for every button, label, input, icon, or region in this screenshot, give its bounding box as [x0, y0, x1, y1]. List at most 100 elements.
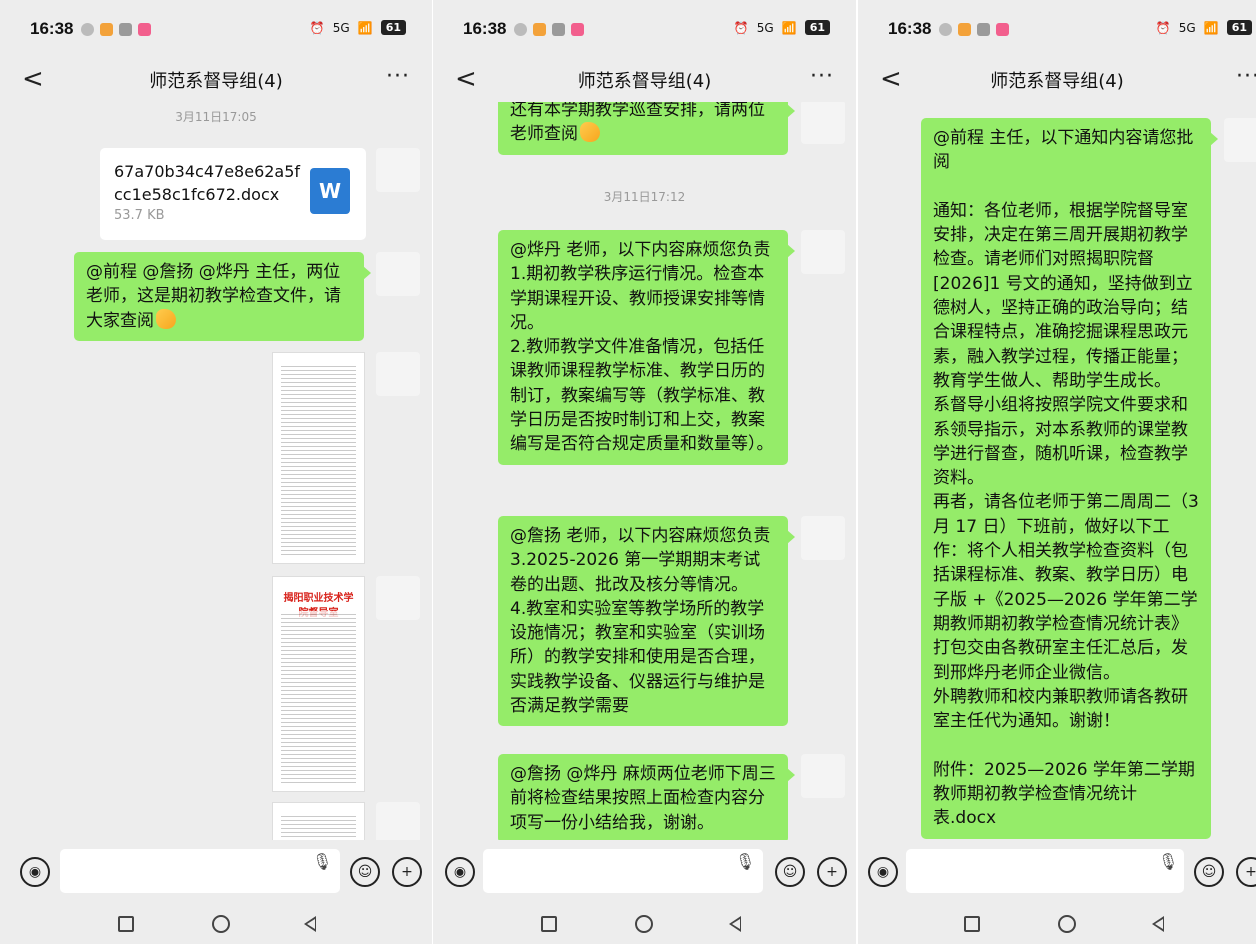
document-text-lines	[281, 363, 356, 555]
mic-icon[interactable]: 🎙	[1158, 852, 1178, 871]
word-file-icon: W	[310, 168, 350, 214]
message-input[interactable]	[483, 849, 763, 893]
avatar[interactable]	[801, 754, 845, 798]
message-bubble[interactable]: @詹扬 老师，以下内容麻烦您负责 3.2025-2026 第一学期期末考试卷的出…	[498, 516, 795, 727]
timestamp: 3月11日17:05	[175, 110, 257, 124]
message-list[interactable]: 3月11日17:05 67a70b34c47e8e62a5fcc1e58c1fc…	[0, 102, 432, 840]
status-bar: 16:38 ⏰ 5G 📶 61	[858, 0, 1256, 58]
avatar[interactable]	[1224, 118, 1256, 162]
chat-header: < 师范系督导组(4) ···	[433, 58, 856, 102]
document-image-thumbnail[interactable]	[272, 802, 365, 840]
back-icon[interactable]: <	[880, 64, 902, 94]
recent-icon[interactable]	[118, 916, 134, 932]
message-text: @詹扬 @烨丹 麻烦两位老师下周三前将检查结果按照上面检查内容分项写一份小结给我…	[510, 764, 776, 833]
wifi-icon: 📶	[781, 20, 797, 35]
recent-icon[interactable]	[541, 916, 557, 932]
app-status-icon	[119, 22, 133, 36]
plus-icon[interactable]: +	[392, 857, 422, 887]
back-nav-icon[interactable]	[729, 916, 741, 932]
chat-header: < 师范系督导组(4) ···	[858, 58, 1256, 102]
back-icon[interactable]: <	[455, 64, 477, 94]
chat-header: < 师范系督导组(4) ···	[0, 58, 432, 102]
avatar[interactable]	[801, 516, 845, 560]
app-status-icon	[977, 22, 991, 36]
mic-icon[interactable]: 🎙	[312, 852, 332, 871]
document-image-thumbnail[interactable]	[272, 352, 365, 564]
input-bar: ◉ 🎙 ☺ +	[858, 840, 1256, 904]
pray-emoji-icon	[580, 122, 600, 143]
status-time: 16:38	[463, 19, 507, 38]
status-notification-icons	[514, 22, 585, 36]
voice-icon[interactable]: ◉	[445, 857, 475, 887]
message-bubble[interactable]: @詹扬 @烨丹 麻烦两位老师下周三前将检查结果按照上面检查内容分项写一份小结给我…	[498, 754, 795, 840]
status-time: 16:38	[30, 19, 74, 38]
app-status-icon	[138, 22, 152, 36]
battery-icon: 61	[1226, 20, 1252, 35]
status-time: 16:38	[888, 19, 932, 38]
message-bubble[interactable]: 还有本学期教学巡查安排，请两位老师查阅	[498, 102, 795, 155]
avatar[interactable]	[801, 230, 845, 274]
file-message[interactable]: 67a70b34c47e8e62a5fcc1e58c1fc672.docx 53…	[100, 148, 366, 240]
alarm-icon: ⏰	[1155, 20, 1171, 35]
app-status-icon	[100, 22, 114, 36]
document-image-thumbnail[interactable]: 揭阳职业技术学院督导室	[272, 576, 365, 792]
voice-icon[interactable]: ◉	[20, 857, 50, 887]
chat-title: 师范系督导组(4)	[990, 71, 1124, 92]
message-text: @前程 @詹扬 @烨丹 主任，两位老师，这是期初教学检查文件，请大家查阅	[86, 262, 341, 331]
emoji-button-icon[interactable]: ☺	[350, 857, 380, 887]
avatar[interactable]	[376, 252, 420, 296]
status-notification-icons	[81, 22, 152, 36]
avatar[interactable]	[376, 352, 420, 396]
home-icon[interactable]	[1058, 915, 1076, 933]
system-nav-bar	[858, 904, 1256, 944]
status-bar: 16:38 ⏰ 5G 📶 61	[433, 0, 856, 58]
chat-screen-2: 16:38 ⏰ 5G 📶 61 < 师范系督导组(4) ··· 还有本学期教学巡…	[433, 0, 856, 944]
battery-icon: 61	[380, 20, 406, 35]
emoji-button-icon[interactable]: ☺	[1194, 857, 1224, 887]
pray-emoji-icon	[156, 308, 176, 329]
plus-icon[interactable]: +	[1236, 857, 1256, 887]
document-text-lines	[281, 611, 356, 783]
more-icon[interactable]: ···	[1236, 64, 1256, 89]
mic-icon[interactable]: 🎙	[735, 852, 755, 871]
recent-icon[interactable]	[964, 916, 980, 932]
more-icon[interactable]: ···	[810, 64, 834, 89]
status-right-icons: ⏰ 5G 📶 61	[734, 20, 830, 35]
avatar[interactable]	[801, 102, 845, 144]
system-nav-bar	[433, 904, 856, 944]
back-nav-icon[interactable]	[1152, 916, 1164, 932]
more-icon[interactable]: ···	[386, 64, 410, 89]
back-icon[interactable]: <	[22, 64, 44, 94]
status-bar: 16:38 ⏰ 5G 📶 61	[0, 0, 432, 58]
avatar[interactable]	[376, 576, 420, 620]
message-text: 还有本学期教学巡查安排，请两位老师查阅	[510, 102, 765, 145]
message-bubble[interactable]: @前程 @詹扬 @烨丹 主任，两位老师，这是期初教学检查文件，请大家查阅	[74, 252, 371, 341]
message-bubble[interactable]: @前程 主任，以下通知内容请您批阅 通知：各位老师，根据学院督导室安排，决定在第…	[921, 118, 1218, 839]
chat-screen-3: 16:38 ⏰ 5G 📶 61 < 师范系督导组(4) ··· @前程 主任，以…	[858, 0, 1256, 944]
home-icon[interactable]	[212, 915, 230, 933]
message-text: @前程 主任，以下通知内容请您批阅 通知：各位老师，根据学院督导室安排，决定在第…	[933, 128, 1199, 829]
emoji-button-icon[interactable]: ☺	[775, 857, 805, 887]
search-status-icon	[81, 22, 95, 36]
chat-title: 师范系督导组(4)	[149, 71, 283, 92]
back-nav-icon[interactable]	[304, 916, 316, 932]
app-status-icon	[958, 22, 972, 36]
signal-icon: 5G	[332, 20, 350, 35]
message-input[interactable]	[906, 849, 1184, 893]
file-name: 67a70b34c47e8e62a5fcc1e58c1fc672.docx	[114, 162, 301, 205]
avatar[interactable]	[376, 148, 420, 192]
avatar[interactable]	[376, 802, 420, 840]
voice-icon[interactable]: ◉	[868, 857, 898, 887]
chat-title: 师范系督导组(4)	[577, 71, 712, 92]
message-input[interactable]	[60, 849, 340, 893]
battery-icon: 61	[804, 20, 830, 35]
home-icon[interactable]	[635, 915, 653, 933]
app-status-icon	[552, 22, 566, 36]
input-bar: ◉ 🎙 ☺ +	[0, 840, 432, 904]
chat-screen-1: 16:38 ⏰ 5G 📶 61 < 师范系督导组(4) ··· 3月11日17:…	[0, 0, 432, 944]
plus-icon[interactable]: +	[817, 857, 847, 887]
screenshot-composite: 16:38 ⏰ 5G 📶 61 < 师范系督导组(4) ··· 3月11日17:…	[0, 0, 1256, 944]
message-list[interactable]: 还有本学期教学巡查安排，请两位老师查阅 3月11日17:12 @烨丹 老师，以下…	[433, 102, 856, 840]
message-bubble[interactable]: @烨丹 老师，以下内容麻烦您负责 1.期初教学秩序运行情况。检查本学期课程开设、…	[498, 230, 795, 465]
message-list[interactable]: @前程 主任，以下通知内容请您批阅 通知：各位老师，根据学院督导室安排，决定在第…	[858, 102, 1256, 840]
